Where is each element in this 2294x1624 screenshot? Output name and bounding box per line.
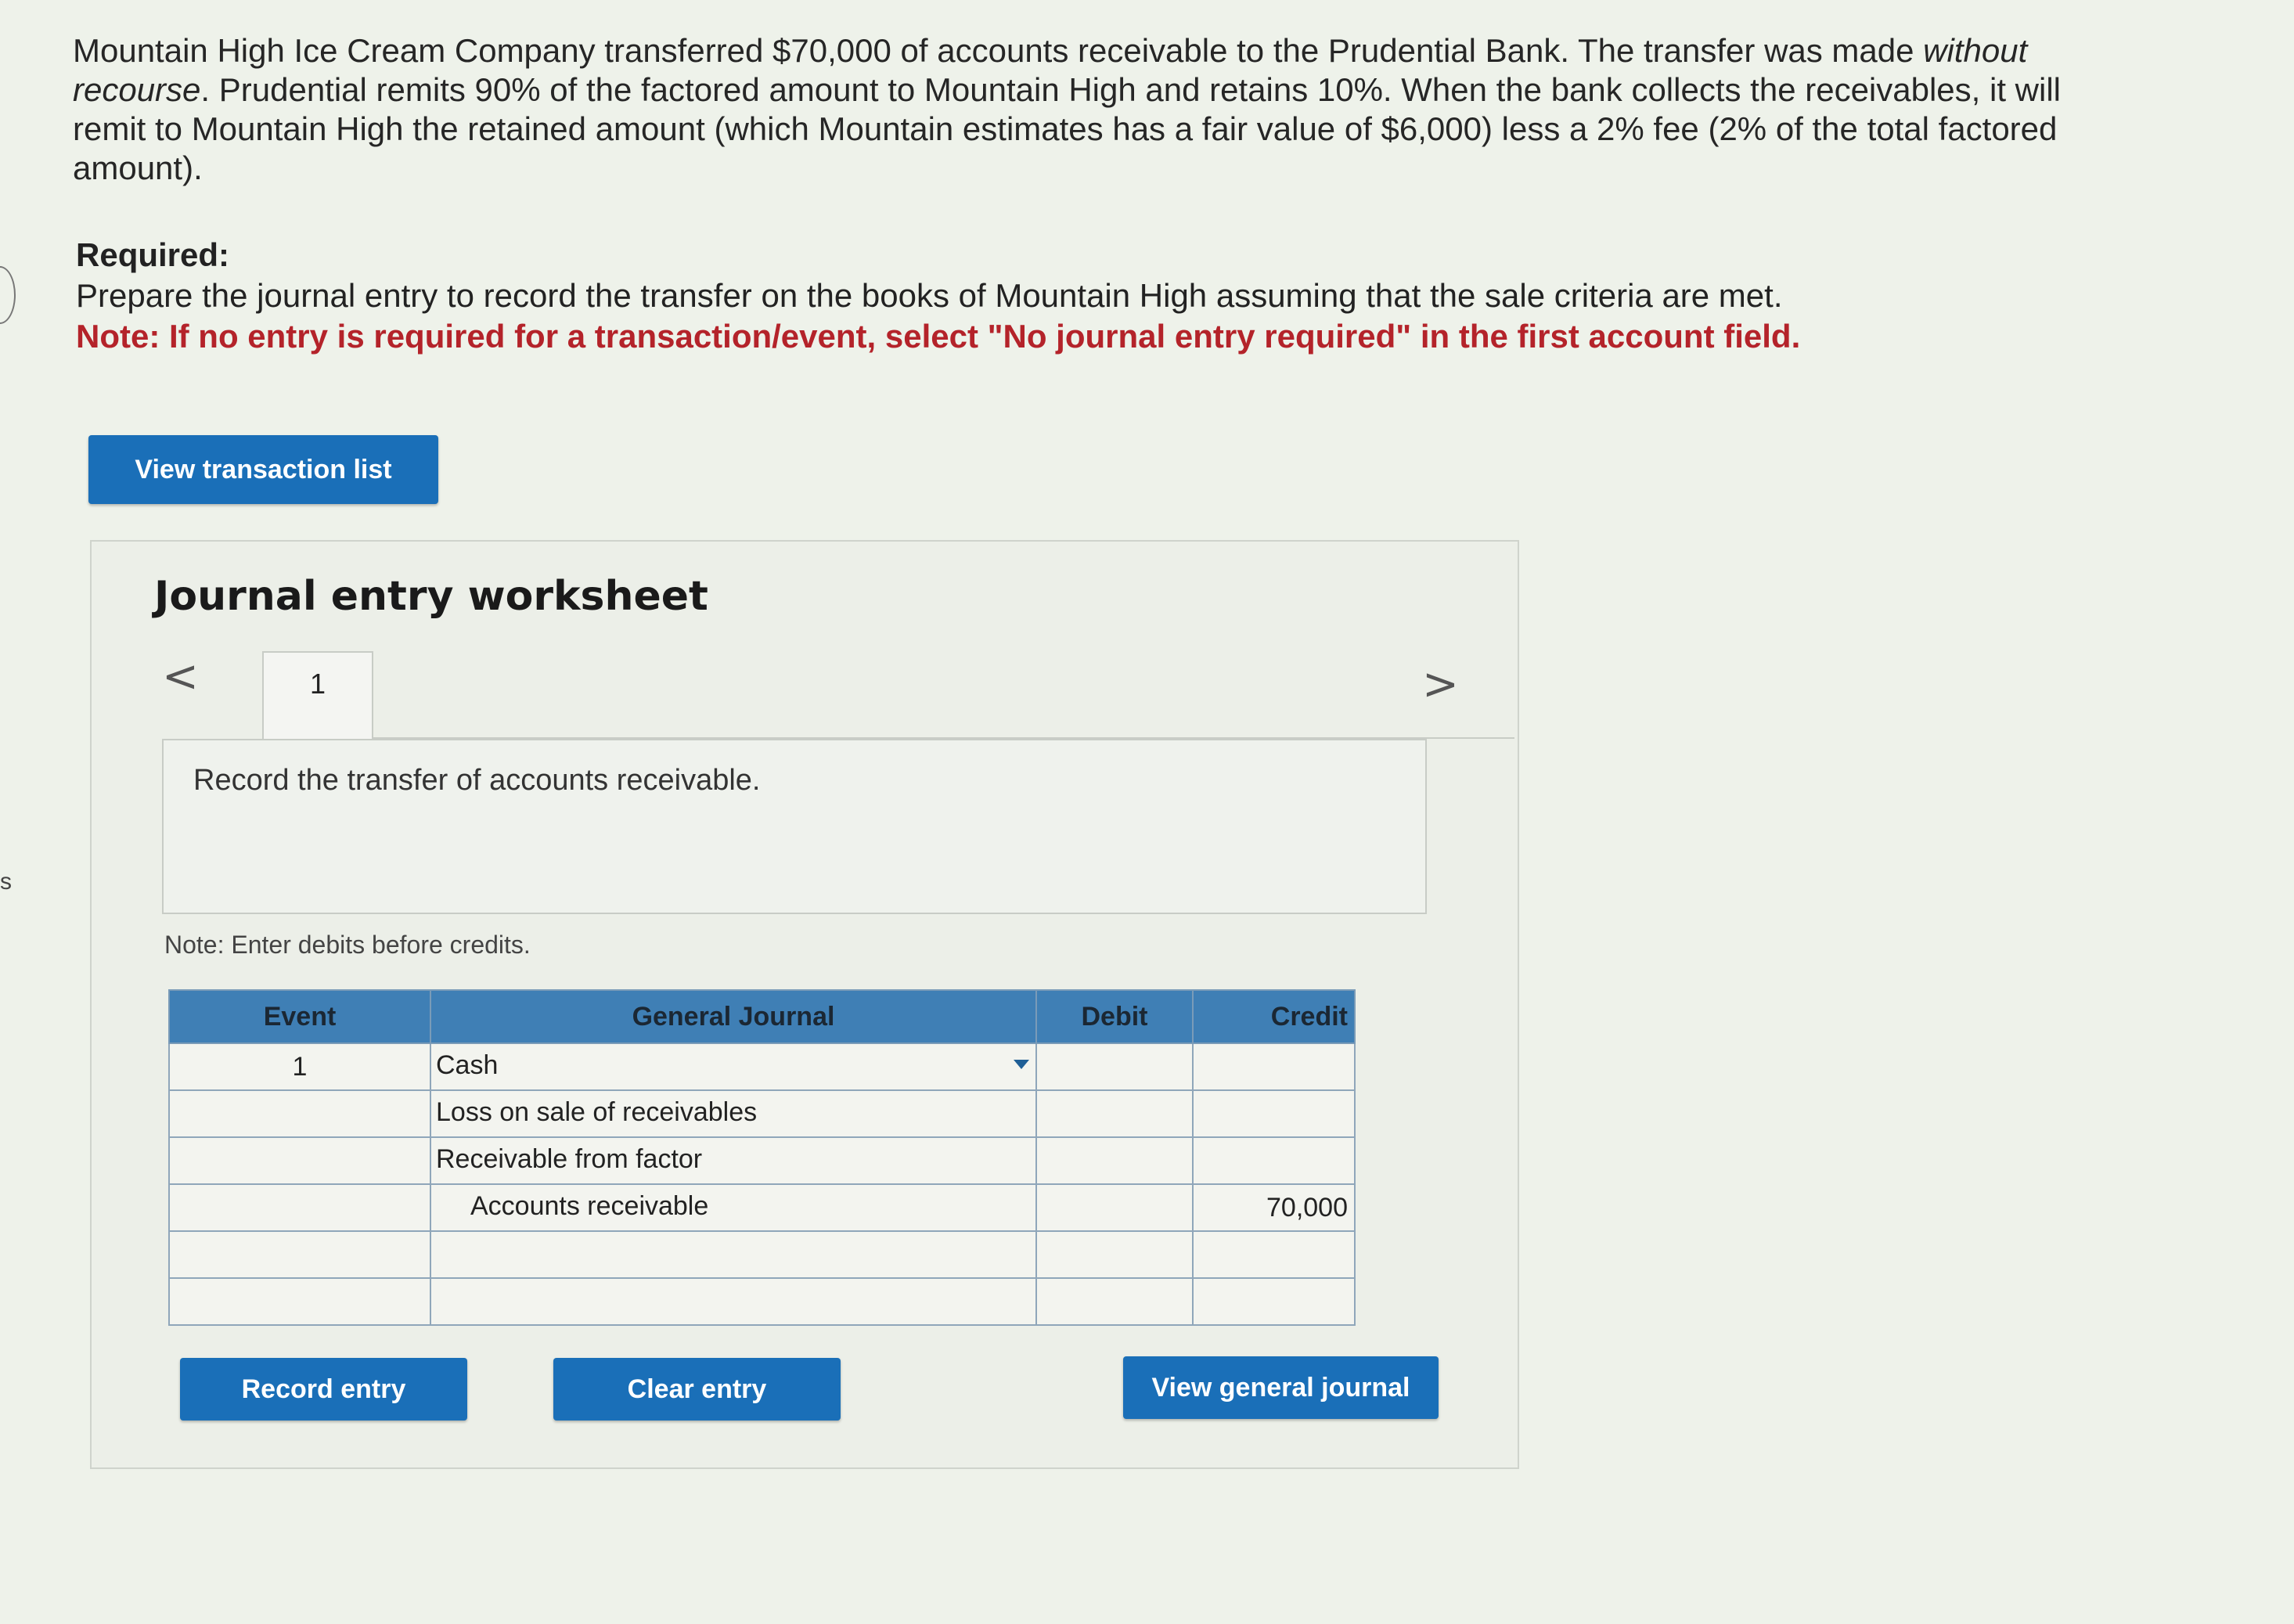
debit-input[interactable] <box>1035 1136 1194 1185</box>
table-row <box>168 1277 1356 1326</box>
event-cell <box>168 1136 431 1185</box>
edge-mark: s <box>0 869 12 895</box>
problem-text: Mountain High Ice Cream Company transfer… <box>73 31 2123 188</box>
transaction-description-box: Record the transfer of accounts receivab… <box>162 739 1427 914</box>
credit-input[interactable] <box>1192 1042 1356 1091</box>
account-select[interactable]: Loss on sale of receivables <box>430 1089 1037 1138</box>
edge-circle <box>0 266 16 324</box>
event-cell <box>168 1183 431 1232</box>
account-name: Loss on sale of receivables <box>436 1097 758 1127</box>
journal-table: Event General Journal Debit Credit 1 Cas… <box>168 989 1356 1326</box>
account-select[interactable] <box>430 1277 1037 1326</box>
credit-input[interactable]: 70,000 <box>1192 1183 1356 1232</box>
table-row: Receivable from factor <box>168 1136 1356 1185</box>
problem-part2: . Prudential remits 90% of the factored … <box>73 71 2061 186</box>
debit-input[interactable] <box>1035 1089 1194 1138</box>
worksheet-title: Journal entry worksheet <box>154 573 708 620</box>
chevron-left-icon[interactable]: < <box>162 651 199 702</box>
table-row: Loss on sale of receivables <box>168 1089 1356 1138</box>
debit-input[interactable] <box>1035 1230 1194 1279</box>
view-general-journal-button[interactable]: View general journal <box>1123 1356 1439 1419</box>
header-debit: Debit <box>1035 989 1194 1044</box>
debit-input[interactable] <box>1035 1183 1194 1232</box>
event-cell <box>168 1230 431 1279</box>
journal-entry-worksheet: Journal entry worksheet < 1 > Record the… <box>90 540 1519 1469</box>
required-note: Note: If no entry is required for a tran… <box>76 318 1801 355</box>
event-cell <box>168 1089 431 1138</box>
event-cell <box>168 1277 431 1326</box>
header-general-journal: General Journal <box>430 989 1037 1044</box>
chevron-right-icon[interactable]: > <box>1422 659 1459 710</box>
credit-input[interactable] <box>1192 1230 1356 1279</box>
debit-input[interactable] <box>1035 1042 1194 1091</box>
clear-entry-button[interactable]: Clear entry <box>553 1358 841 1421</box>
credit-input[interactable] <box>1192 1136 1356 1185</box>
debits-note: Note: Enter debits before credits. <box>164 931 531 959</box>
required-section: Required: Prepare the journal entry to r… <box>76 235 2033 357</box>
debit-input[interactable] <box>1035 1277 1194 1326</box>
table-row: Accounts receivable 70,000 <box>168 1183 1356 1232</box>
table-row: 1 Cash <box>168 1042 1356 1091</box>
credit-input[interactable] <box>1192 1089 1356 1138</box>
required-instruction: Prepare the journal entry to record the … <box>76 277 1783 314</box>
header-credit: Credit <box>1192 989 1356 1044</box>
account-name: Accounts receivable <box>470 1191 709 1221</box>
header-event: Event <box>168 989 431 1044</box>
transaction-description: Record the transfer of accounts receivab… <box>193 764 761 797</box>
account-select[interactable] <box>430 1230 1037 1279</box>
account-name: Receivable from factor <box>436 1144 703 1174</box>
account-select[interactable]: Cash <box>430 1042 1037 1091</box>
journal-header-row: Event General Journal Debit Credit <box>168 989 1356 1044</box>
problem-part1: Mountain High Ice Cream Company transfer… <box>73 32 1924 69</box>
account-select[interactable]: Receivable from factor <box>430 1136 1037 1185</box>
required-heading: Required: <box>76 236 230 273</box>
table-row <box>168 1230 1356 1279</box>
dropdown-arrow-icon[interactable] <box>1014 1060 1029 1069</box>
event-cell: 1 <box>168 1042 431 1091</box>
account-select[interactable]: Accounts receivable <box>430 1183 1037 1232</box>
account-name: Cash <box>436 1050 499 1080</box>
credit-input[interactable] <box>1192 1277 1356 1326</box>
tab-1[interactable]: 1 <box>262 651 373 740</box>
record-entry-button[interactable]: Record entry <box>180 1358 467 1421</box>
view-transaction-list-button[interactable]: View transaction list <box>88 435 438 504</box>
